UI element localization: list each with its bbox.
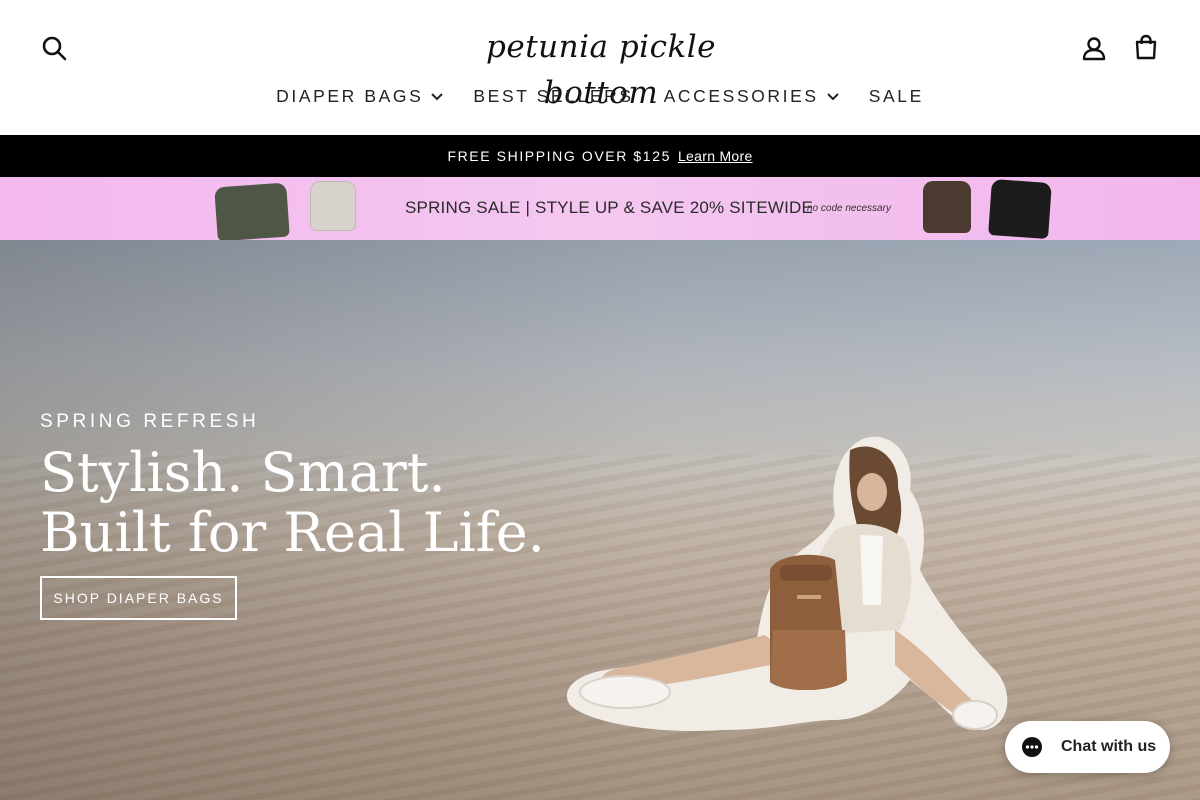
- chat-widget-button[interactable]: Chat with us: [1005, 721, 1170, 773]
- site-logo[interactable]: petunia pickle bottom: [470, 24, 732, 111]
- model-with-backpack-image: [566, 436, 1008, 731]
- hero-title: Stylish. Smart. Built for Real Life.: [40, 443, 600, 563]
- site-header: petunia pickle bottom DIAPER BAGS BEST S…: [0, 0, 1200, 135]
- nav-item-label: SALE: [868, 85, 924, 106]
- cart-icon: [1135, 34, 1157, 60]
- nav-item-best-sellers[interactable]: BEST SELLERS: [473, 82, 633, 110]
- promo-banner[interactable]: SPRING SALE | STYLE UP & SAVE 20% SITEWI…: [0, 177, 1200, 240]
- main-nav: DIAPER BAGS BEST SELLERS ACCESSORIES SAL…: [0, 82, 1200, 110]
- chat-bubble-icon: [1022, 737, 1042, 757]
- nav-item-label: DIAPER BAGS: [276, 85, 424, 106]
- announcement-bar: FREE SHIPPING OVER $125 Learn More: [0, 135, 1200, 177]
- announcement-text: FREE SHIPPING OVER $125: [447, 148, 671, 164]
- hero-banner: SPRING REFRESH Stylish. Smart. Built for…: [0, 240, 1200, 800]
- shop-diaper-bags-button[interactable]: SHOP DIAPER BAGS: [40, 576, 237, 620]
- nav-item-sale[interactable]: SALE: [869, 82, 924, 110]
- chevron-down-icon: [826, 93, 839, 101]
- hero-title-line-2: Built for Real Life.: [40, 501, 545, 564]
- bag-image: [310, 181, 356, 231]
- bag-image: [988, 178, 1052, 240]
- search-button[interactable]: [38, 32, 70, 64]
- search-icon: [42, 36, 67, 61]
- promo-text: SPRING SALE | STYLE UP & SAVE 20% SITEWI…: [405, 198, 814, 217]
- cart-button[interactable]: [1130, 31, 1162, 63]
- chevron-down-icon: [431, 93, 444, 101]
- chat-label: Chat with us: [1061, 738, 1157, 755]
- bag-image: [214, 182, 290, 240]
- learn-more-link[interactable]: Learn More: [678, 148, 753, 164]
- nav-item-diaper-bags[interactable]: DIAPER BAGS: [276, 82, 444, 110]
- hero-eyebrow: SPRING REFRESH: [40, 411, 260, 432]
- nav-item-label: ACCESSORIES: [663, 85, 819, 106]
- account-button[interactable]: [1078, 32, 1110, 64]
- nav-item-label: BEST SELLERS: [473, 85, 634, 106]
- bag-image: [923, 181, 971, 233]
- promo-note: no code necessary: [807, 203, 891, 214]
- account-icon: [1082, 37, 1106, 61]
- hero-title-line-1: Stylish. Smart.: [40, 441, 446, 504]
- nav-item-accessories[interactable]: ACCESSORIES: [664, 82, 839, 110]
